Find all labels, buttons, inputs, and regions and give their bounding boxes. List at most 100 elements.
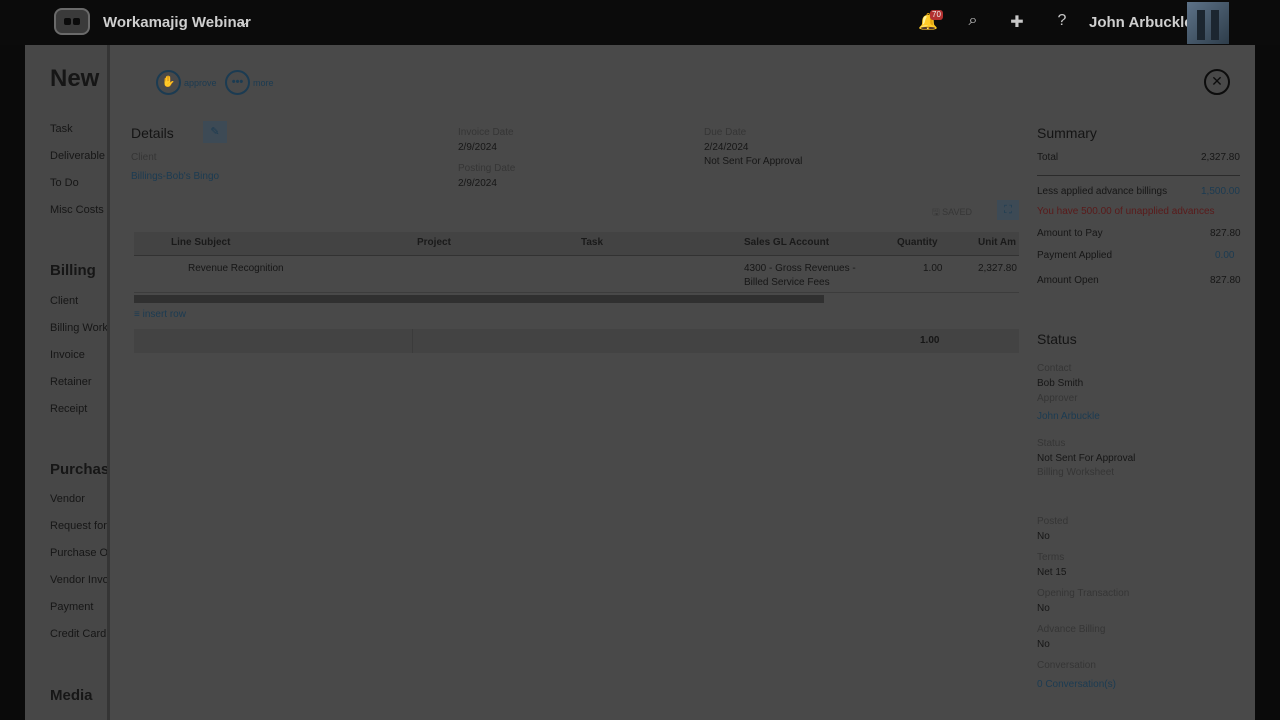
posting-date: 2/9/2024 [458, 178, 497, 189]
left-item-billing-worksheet[interactable]: Billing Work [50, 322, 107, 334]
horizontal-scrollbar[interactable] [134, 295, 824, 303]
left-item-request-for[interactable]: Request for [50, 520, 107, 532]
contact-value: Bob Smith [1037, 378, 1084, 389]
col-project[interactable]: Project [417, 237, 451, 248]
approve-button[interactable]: ✋ approve [156, 70, 217, 95]
chevron-down-icon[interactable]: ⌄ [238, 14, 249, 30]
left-item-task[interactable]: Task [50, 123, 73, 135]
posted-label: Posted [1037, 516, 1069, 527]
amount-to-pay-label: Amount to Pay [1037, 228, 1103, 239]
total-value: 2,327.80 [1201, 152, 1240, 163]
left-item-vendor-invoice[interactable]: Vendor Invo [50, 574, 107, 586]
status-label: Status [1037, 438, 1066, 449]
amount-to-pay-value: 827.80 [1210, 228, 1241, 239]
thumbs-up-icon: ✋ [156, 70, 181, 95]
due-date-label: Due Date [704, 127, 747, 138]
payment-applied-value[interactable]: 0.00 [1215, 250, 1234, 261]
approver-link[interactable]: John Arbuckle [1037, 411, 1100, 422]
left-item-retainer[interactable]: Retainer [50, 376, 92, 388]
status-value: Not Sent For Approval [1037, 453, 1136, 464]
summary-divider [1037, 175, 1240, 176]
purchasing-heading: Purchas [50, 461, 107, 478]
advance-value[interactable]: 1,500.00 [1201, 186, 1240, 197]
conversation-label: Conversation [1037, 660, 1096, 671]
client-link[interactable]: Billings-Bob's Bingo [131, 171, 219, 182]
left-panel: New Task Deliverable To Do Misc Costs Bi… [25, 45, 107, 720]
top-bar: Workamajig Webinar ⌄ 🔔 70 ⌕ ✚ ? John Arb… [0, 0, 1280, 45]
advance-label: Less applied advance billings [1037, 186, 1168, 197]
left-item-invoice[interactable]: Invoice [50, 349, 85, 361]
app-logo-icon[interactable] [54, 8, 90, 35]
workspace-name[interactable]: Workamajig Webinar [103, 14, 251, 31]
terms-value: Net 15 [1037, 567, 1067, 578]
posting-date-label: Posting Date [458, 163, 516, 174]
insert-row-button[interactable]: ≡ insert row [134, 309, 186, 320]
expand-icon[interactable]: ⛶ [997, 200, 1019, 220]
status-heading: Status [1037, 331, 1077, 347]
terms-label: Terms [1037, 552, 1065, 563]
totals-row: 1.00 [134, 329, 1019, 353]
total-quantity: 1.00 [920, 335, 940, 346]
cell-quantity[interactable]: 1.00 [923, 262, 942, 276]
total-label: Total [1037, 152, 1059, 163]
approver-label: Approver [1037, 393, 1078, 404]
more-button[interactable]: ••• more [225, 70, 274, 95]
opening-value: No [1037, 603, 1050, 614]
contact-label: Contact [1037, 363, 1072, 374]
left-item-misc-costs[interactable]: Misc Costs [50, 204, 104, 216]
opening-label: Opening Transaction [1037, 588, 1130, 599]
right-backdrop [1255, 45, 1280, 720]
table-row[interactable]: Revenue Recognition 4300 - Gross Revenue… [134, 256, 1019, 293]
avatar[interactable] [1187, 2, 1229, 44]
close-icon[interactable]: ✕ [1204, 69, 1230, 95]
advance-billing-label: Advance Billing [1037, 624, 1106, 635]
billing-heading: Billing [50, 262, 96, 279]
invoice-date: 2/9/2024 [458, 142, 497, 153]
left-item-payment[interactable]: Payment [50, 601, 93, 613]
left-item-todo[interactable]: To Do [50, 177, 79, 189]
approval-status: Not Sent For Approval [704, 156, 803, 167]
cell-gl-line2[interactable]: Billed Service Fees [744, 276, 830, 290]
help-icon[interactable]: ? [1052, 12, 1072, 30]
advance-billing-value: No [1037, 639, 1050, 650]
notification-badge: 70 [930, 10, 943, 20]
invoice-panel: ✋ approve ••• more ✕ Details ✎ Client Bi… [107, 45, 1255, 720]
payment-applied-label: Payment Applied [1037, 250, 1113, 261]
col-sales-gl-account[interactable]: Sales GL Account [744, 237, 829, 248]
more-label: more [253, 77, 274, 88]
invoice-date-label: Invoice Date [458, 127, 514, 138]
saved-label: SAVED [942, 207, 973, 217]
conversation-link[interactable]: 0 Conversation(s) [1037, 679, 1116, 690]
summary-heading: Summary [1037, 125, 1097, 141]
cell-line-subject[interactable]: Revenue Recognition [188, 262, 284, 276]
left-item-receipt[interactable]: Receipt [50, 403, 87, 415]
left-item-vendor[interactable]: Vendor [50, 493, 85, 505]
user-name[interactable]: John Arbuckle [1089, 14, 1193, 31]
pencil-icon[interactable]: ✎ [203, 121, 227, 143]
details-heading: Details [131, 125, 174, 141]
client-label: Client [131, 152, 157, 163]
col-quantity[interactable]: Quantity [897, 237, 938, 248]
insert-row-label: insert row [142, 309, 186, 320]
col-unit-amount[interactable]: Unit Am [978, 237, 1016, 248]
plus-icon[interactable]: ✚ [1007, 12, 1027, 32]
col-line-subject[interactable]: Line Subject [171, 237, 230, 248]
grid-header: Line Subject Project Task Sales GL Accou… [134, 232, 1019, 256]
more-icon: ••• [225, 70, 250, 95]
posted-value: No [1037, 531, 1050, 542]
left-item-credit-card[interactable]: Credit Card [50, 628, 106, 640]
left-item-deliverable[interactable]: Deliverable [50, 150, 105, 162]
left-item-client[interactable]: Client [50, 295, 78, 307]
unapplied-warning: You have 500.00 of unapplied advances [1037, 206, 1215, 217]
due-date: 2/24/2024 [704, 142, 749, 153]
amount-open-label: Amount Open [1037, 275, 1099, 286]
amount-open-value: 827.80 [1210, 275, 1241, 286]
col-task[interactable]: Task [581, 237, 603, 248]
approve-label: approve [184, 77, 217, 88]
cell-unit-amount[interactable]: 2,327.80 [978, 262, 1017, 276]
cell-gl-line1[interactable]: 4300 - Gross Revenues - [744, 262, 856, 276]
search-icon[interactable]: ⌕ [963, 12, 983, 30]
saved-indicator: 🖫 SAVED [932, 207, 973, 217]
left-item-purchase-order[interactable]: Purchase Or [50, 547, 107, 559]
left-panel-title: New [50, 65, 100, 92]
